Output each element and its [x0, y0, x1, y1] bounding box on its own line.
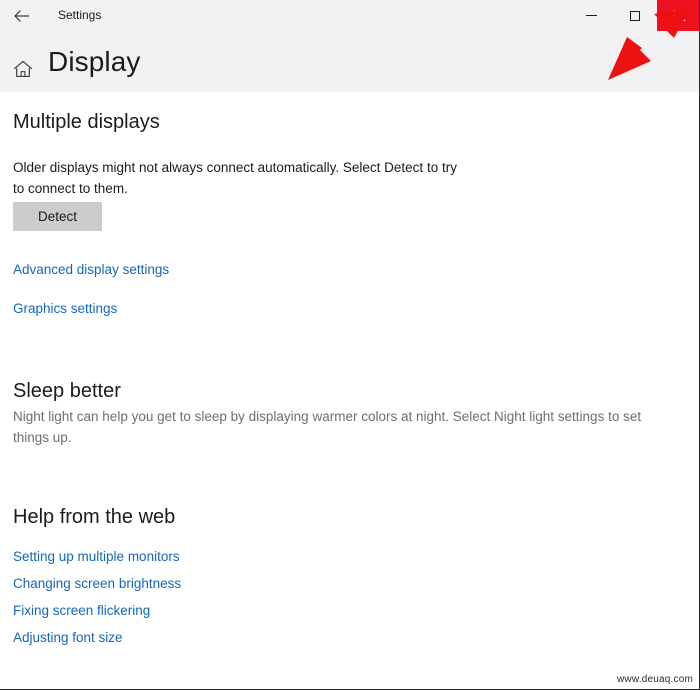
- settings-window: Settings Display Multiple displays Older…: [0, 0, 700, 690]
- maximize-button[interactable]: [613, 0, 657, 31]
- detect-button[interactable]: Detect: [13, 202, 102, 231]
- section-heading-sleep-better: Sleep better: [13, 380, 121, 402]
- minimize-icon: [585, 15, 597, 16]
- watermark: www.deuaq.com: [617, 674, 693, 685]
- home-icon[interactable]: [12, 58, 34, 80]
- link-changing-screen-brightness[interactable]: Changing screen brightness: [13, 576, 181, 591]
- caption-buttons: [569, 0, 699, 31]
- link-graphics-settings[interactable]: Graphics settings: [13, 301, 117, 316]
- link-adjusting-font-size[interactable]: Adjusting font size: [13, 630, 123, 645]
- close-icon: [673, 10, 685, 22]
- minimize-button[interactable]: [569, 0, 613, 31]
- link-advanced-display-settings[interactable]: Advanced display settings: [13, 262, 169, 277]
- close-button[interactable]: [657, 0, 699, 31]
- link-setting-up-multiple-monitors[interactable]: Setting up multiple monitors: [13, 549, 180, 564]
- link-fixing-screen-flickering[interactable]: Fixing screen flickering: [13, 603, 150, 618]
- maximize-icon: [630, 10, 640, 21]
- app-title: Settings: [58, 8, 102, 22]
- title-bar: Settings: [0, 0, 699, 31]
- section-heading-multiple-displays: Multiple displays: [13, 111, 160, 133]
- section-heading-help-from-the-web: Help from the web: [13, 506, 176, 528]
- multiple-displays-description: Older displays might not always connect …: [13, 160, 457, 196]
- back-button[interactable]: [6, 0, 38, 31]
- page-header: Display: [0, 31, 699, 92]
- back-arrow-icon: [12, 6, 32, 26]
- settings-content: Multiple displays Older displays might n…: [0, 92, 699, 689]
- page-title: Display: [48, 46, 141, 77]
- sleep-better-description: Night light can help you get to sleep by…: [13, 409, 642, 445]
